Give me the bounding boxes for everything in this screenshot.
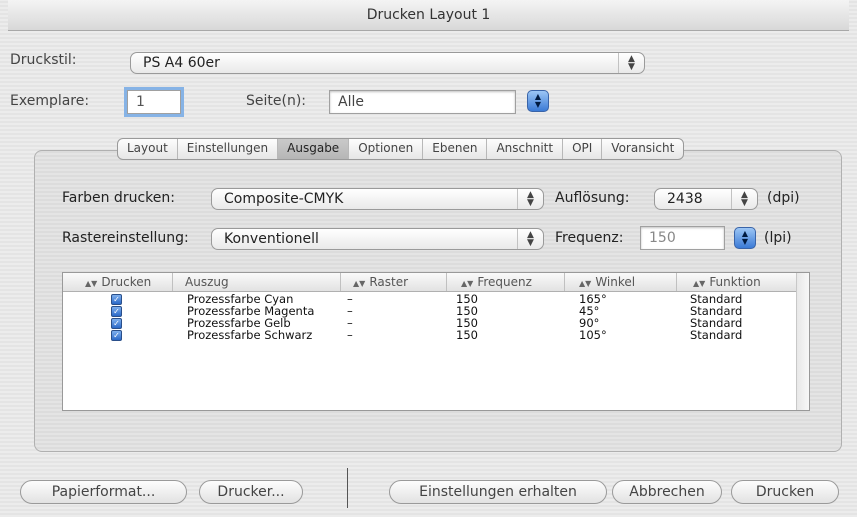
column-header-winkel[interactable]: ▲▼ Winkel [565,273,677,291]
checkbox-checked-icon[interactable]: ✓ [111,306,122,317]
seiten-label: Seite(n): [246,93,307,109]
tab-layout[interactable]: Layout [118,139,178,159]
druckstil-value: PS A4 60er [143,55,220,71]
sort-icon: ▲▼ [461,279,474,288]
sort-icon: ▲▼ [579,279,592,288]
column-header-frequenz[interactable]: ▲▼ Frequenz [447,273,565,291]
frequenz-unit: (lpi) [764,230,792,246]
druckstil-popup[interactable]: PS A4 60er ▲ ▼ [130,52,645,74]
tab-ebenen[interactable]: Ebenen [423,139,488,159]
column-header-funktion[interactable]: ▲▼ Funktion [677,273,796,291]
row-winkel: 105° [579,328,607,342]
exemplare-value: 1 [136,94,145,110]
up-down-arrows-icon: ▲ ▼ [731,189,757,209]
table-row[interactable]: ✓ Prozessfarbe Gelb – 150 90° Standard [63,317,796,329]
sort-icon: ▲▼ [693,279,706,288]
table-row[interactable]: ✓ Prozessfarbe Magenta – 150 45° Standar… [63,305,796,317]
up-down-arrows-icon: ▲ ▼ [618,53,644,73]
checkbox-checked-icon[interactable]: ✓ [111,330,122,341]
raster-popup[interactable]: Konventionell ▲ ▼ [211,228,544,250]
window-title: Drucken Layout 1 [366,7,491,23]
farben-value: Composite-CMYK [224,191,344,207]
up-down-arrows-icon: ▲ ▼ [517,189,543,209]
sort-icon: ▲▼ [353,279,366,288]
exemplare-label: Exemplare: [10,93,90,109]
papierformat-button[interactable]: Papierformat... [20,480,187,504]
exemplare-field[interactable]: 1 [127,90,181,114]
table-header: ▲▼ Drucken Auszug ▲▼ Raster ▲▼ Frequenz ▲▼ W… [63,273,796,292]
up-down-arrows-icon: ▲ ▼ [517,229,543,249]
seiten-value: Alle [338,94,364,110]
tab-opi[interactable]: OPI [563,139,603,159]
row-funktion: Standard [690,328,743,342]
aufloesung-value: 2438 [667,191,703,207]
print-dialog: Drucken Layout 1 Druckstil: PS A4 60er ▲… [0,0,857,517]
einstellungen-erhalten-button[interactable]: Einstellungen erhalten [389,480,607,504]
tab-einstellungen[interactable]: Einstellungen [178,139,279,159]
column-header-drucken[interactable]: ▲▼ Drucken [63,273,173,291]
row-frequenz: 150 [456,328,478,342]
drucker-button[interactable]: Drucker... [199,480,303,504]
frequenz-value: 150 [649,230,676,246]
tab-optionen[interactable]: Optionen [349,139,424,159]
tab-anschnitt[interactable]: Anschnitt [487,139,564,159]
seiten-stepper-icon[interactable]: ▲ ▼ [527,90,549,112]
drucken-button[interactable]: Drucken [731,480,839,504]
sort-icon: ▲▼ [85,279,98,288]
separations-table: ▲▼ Drucken Auszug ▲▼ Raster ▲▼ Frequenz ▲▼ W… [62,272,810,411]
raster-label: Rastereinstellung: [62,230,189,246]
aufloesung-label: Auflösung: [555,190,630,206]
seiten-field[interactable]: Alle [329,90,516,114]
druckstil-label: Druckstil: [10,52,77,68]
column-header-raster[interactable]: ▲▼ Raster [341,273,447,291]
raster-value: Konventionell [224,231,319,247]
tab-bar: Layout Einstellungen Ausgabe Optionen Eb… [117,138,685,160]
tab-voransicht[interactable]: Voransicht [602,139,683,159]
frequenz-stepper-icon[interactable]: ▲ ▼ [734,227,756,249]
frequenz-label: Frequenz: [555,230,624,246]
row-raster: – [347,328,353,342]
abbrechen-button[interactable]: Abbrechen [612,480,722,504]
table-row[interactable]: ✓ Prozessfarbe Cyan – 150 165° Standard [63,293,796,305]
aufloesung-unit: (dpi) [767,190,800,206]
column-header-auszug[interactable]: Auszug [173,273,341,291]
button-separator [347,468,348,508]
farben-label: Farben drucken: [62,190,175,206]
table-row[interactable]: ✓ Prozessfarbe Schwarz – 150 105° Standa… [63,329,796,341]
tab-ausgabe[interactable]: Ausgabe [278,139,350,159]
frequenz-field[interactable]: 150 [640,226,725,250]
checkbox-checked-icon[interactable]: ✓ [111,294,122,305]
title-bar: Drucken Layout 1 [8,0,849,31]
farben-popup[interactable]: Composite-CMYK ▲ ▼ [211,188,544,210]
aufloesung-popup[interactable]: 2438 ▲ ▼ [654,188,758,210]
row-auszug: Prozessfarbe Schwarz [187,328,313,342]
checkbox-checked-icon[interactable]: ✓ [111,318,122,329]
table-scrollbar[interactable] [796,273,809,410]
